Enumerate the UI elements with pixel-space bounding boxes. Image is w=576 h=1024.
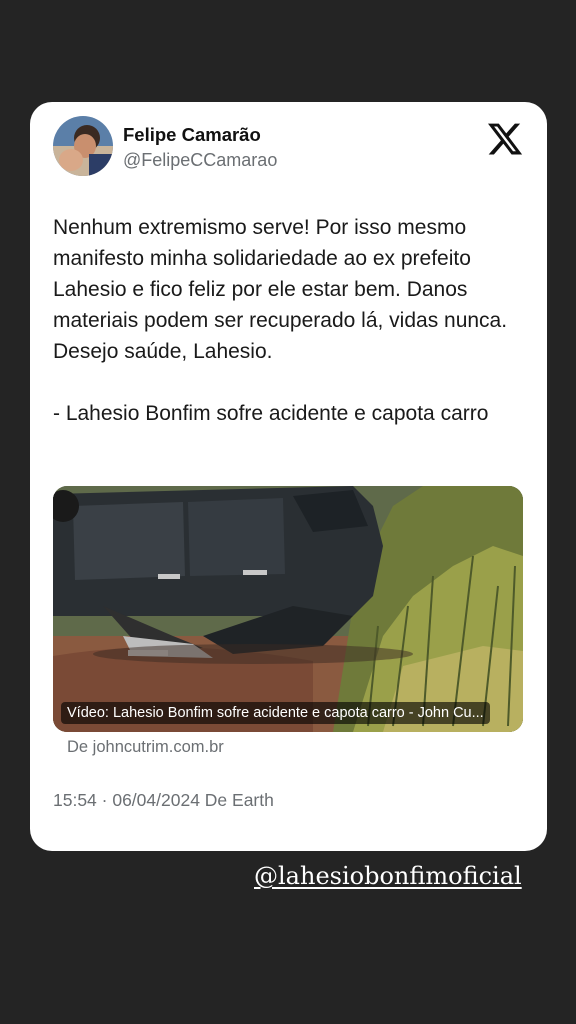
mention-sticker[interactable]: @lahesiobonfimoficial	[254, 862, 522, 890]
tweet-card[interactable]: Felipe Camarão @FelipeCCamarao Nenhum ex…	[30, 102, 547, 851]
author-name[interactable]: Felipe Camarão	[123, 124, 261, 146]
tweet-meta: 15:54 · 06/04/2024 De Earth	[53, 790, 274, 810]
x-logo-icon[interactable]	[486, 120, 524, 158]
overturned-car-photo	[53, 486, 523, 732]
avatar[interactable]	[53, 116, 113, 176]
story-screen: Felipe Camarão @FelipeCCamarao Nenhum ex…	[0, 0, 576, 1024]
link-card-caption: Vídeo: Lahesio Bonfim sofre acidente e c…	[61, 702, 490, 724]
tweet-text: Nenhum extremismo serve! Por isso mesmo …	[53, 216, 508, 425]
link-source[interactable]: De johncutrim.com.br	[67, 738, 224, 757]
link-card-media[interactable]: Vídeo: Lahesio Bonfim sofre acidente e c…	[53, 486, 523, 732]
author-handle[interactable]: @FelipeCCamarao	[123, 150, 277, 171]
tweet-header: Felipe Camarão @FelipeCCamarao	[53, 116, 528, 180]
